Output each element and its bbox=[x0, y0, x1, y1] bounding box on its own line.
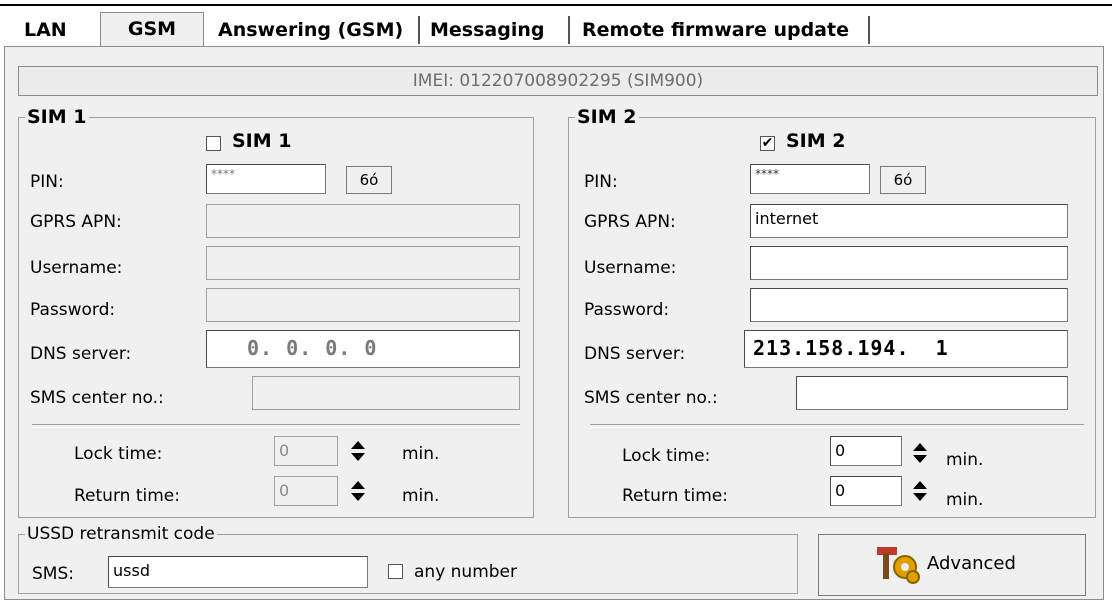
imei-display: IMEI: 012207008902295 (SIM900) bbox=[18, 66, 1098, 96]
sim1-enable-label: SIM 1 bbox=[232, 130, 292, 152]
tab-divider bbox=[868, 16, 870, 44]
sim2-apn-label: GPRS APN: bbox=[584, 212, 676, 232]
sim1-username-input[interactable] bbox=[206, 246, 520, 280]
sim1-sms-center-input[interactable] bbox=[252, 376, 520, 410]
sim1-lock-time-unit: min. bbox=[402, 444, 440, 464]
sim2-pin-input[interactable]: **** bbox=[750, 164, 870, 194]
sim1-username-label: Username: bbox=[30, 258, 123, 278]
sim2-divider bbox=[590, 424, 1084, 428]
sim1-return-time-spinner[interactable] bbox=[344, 476, 372, 506]
sim2-pin-label: PIN: bbox=[584, 172, 618, 192]
sim2-return-time-input[interactable]: 0 bbox=[830, 476, 902, 506]
any-number-checkbox[interactable] bbox=[388, 564, 403, 579]
show-password-icon: 6ό bbox=[359, 171, 379, 189]
sim2-return-time-spinner[interactable] bbox=[906, 476, 934, 506]
window-top-border bbox=[0, 4, 1112, 6]
tab-answering-gsm[interactable]: Answering (GSM) bbox=[210, 14, 411, 46]
show-password-icon: 6ό bbox=[893, 171, 913, 189]
sim1-enable-checkbox[interactable] bbox=[206, 136, 221, 151]
sim2-lock-time-input[interactable]: 0 bbox=[830, 436, 902, 466]
tools-gear-icon bbox=[877, 547, 920, 584]
sim2-dns-input[interactable]: 213.158.194. 1 bbox=[744, 330, 1068, 368]
sim2-password-label: Password: bbox=[584, 300, 670, 320]
tab-remote-firmware-update[interactable]: Remote firmware update bbox=[574, 14, 857, 46]
ussd-sms-label: SMS: bbox=[32, 564, 74, 584]
sim1-apn-label: GPRS APN: bbox=[30, 212, 122, 232]
sim1-lock-time-spinner[interactable] bbox=[344, 436, 372, 466]
sim1-password-input[interactable] bbox=[206, 288, 520, 322]
sim1-return-time-unit: min. bbox=[402, 486, 440, 506]
ussd-group-title: USSD retransmit code bbox=[27, 524, 215, 544]
sim2-dns-label: DNS server: bbox=[584, 344, 686, 364]
tab-divider bbox=[418, 16, 420, 44]
sim1-lock-time-input[interactable]: 0 bbox=[274, 436, 338, 466]
tab-divider bbox=[568, 16, 570, 44]
sim1-divider bbox=[32, 424, 520, 428]
sim2-sms-center-input[interactable] bbox=[796, 376, 1068, 410]
sim2-lock-time-label: Lock time: bbox=[622, 446, 711, 466]
sim2-return-time-unit: min. bbox=[946, 490, 984, 510]
sim1-show-pin-button[interactable]: 6ό bbox=[346, 166, 392, 194]
tab-messaging[interactable]: Messaging bbox=[422, 14, 552, 46]
sim2-show-pin-button[interactable]: 6ό bbox=[880, 166, 926, 194]
sim2-return-time-label: Return time: bbox=[622, 486, 728, 506]
sim1-group-title: SIM 1 bbox=[27, 106, 87, 128]
sim1-lock-time-label: Lock time: bbox=[74, 444, 163, 464]
sim1-pin-input[interactable]: **** bbox=[206, 164, 326, 194]
sim2-enable-checkbox[interactable]: ✔ bbox=[760, 136, 775, 151]
sim2-username-input[interactable] bbox=[750, 246, 1068, 280]
sim1-password-label: Password: bbox=[30, 300, 116, 320]
ussd-sms-input[interactable]: ussd bbox=[108, 556, 368, 588]
sim2-lock-time-spinner[interactable] bbox=[906, 438, 934, 468]
sim1-return-time-label: Return time: bbox=[74, 486, 180, 506]
sim2-group-title: SIM 2 bbox=[577, 106, 637, 128]
sim2-sms-center-label: SMS center no.: bbox=[584, 388, 718, 408]
tab-gsm[interactable]: GSM bbox=[100, 12, 204, 46]
sim1-sms-center-label: SMS center no.: bbox=[30, 388, 164, 408]
sim1-apn-input[interactable] bbox=[206, 204, 520, 238]
sim1-dns-label: DNS server: bbox=[30, 344, 132, 364]
sim2-enable-label: SIM 2 bbox=[786, 130, 846, 152]
any-number-label: any number bbox=[414, 562, 518, 582]
sim2-apn-input[interactable]: internet bbox=[750, 204, 1068, 238]
advanced-button[interactable]: Advanced bbox=[818, 534, 1086, 596]
sim2-lock-time-unit: min. bbox=[946, 450, 984, 470]
sim2-password-input[interactable] bbox=[750, 288, 1068, 322]
tab-lan[interactable]: LAN bbox=[16, 14, 75, 46]
sim1-return-time-input[interactable]: 0 bbox=[274, 476, 338, 506]
advanced-button-label: Advanced bbox=[927, 553, 1016, 574]
sim1-dns-input[interactable]: 0. 0. 0. 0 bbox=[206, 330, 520, 368]
sim2-username-label: Username: bbox=[584, 258, 677, 278]
sim1-pin-label: PIN: bbox=[30, 172, 64, 192]
